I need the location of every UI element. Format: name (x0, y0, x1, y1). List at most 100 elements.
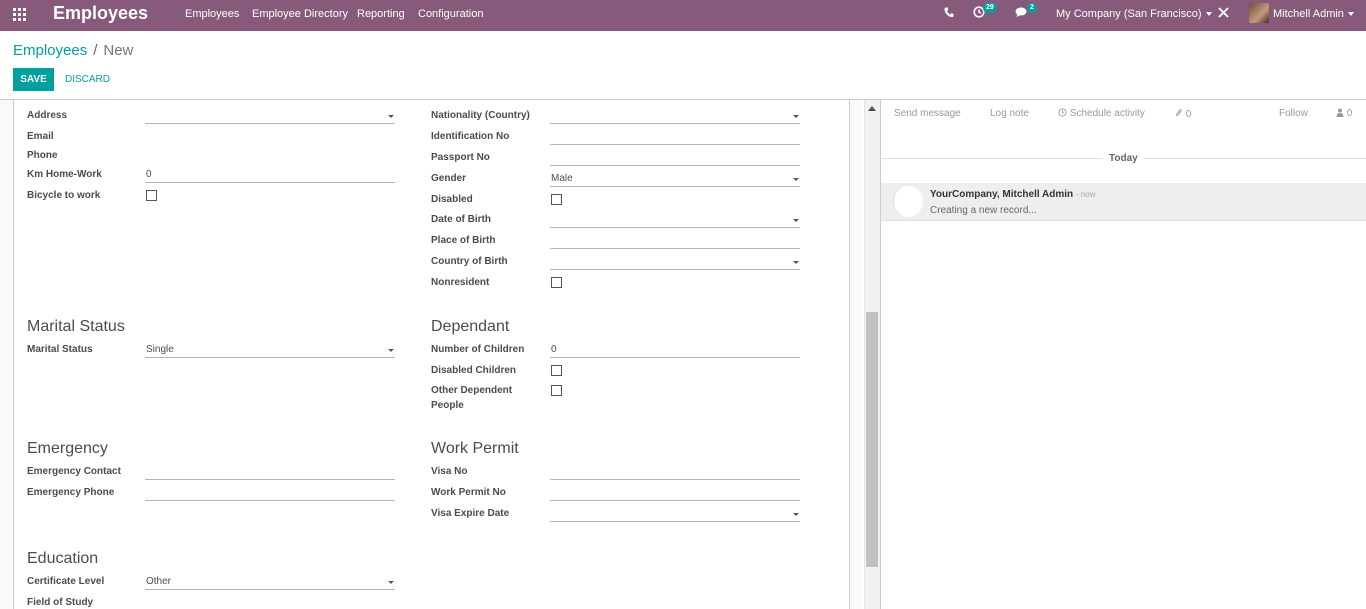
country-of-birth-label: Country of Birth (431, 256, 508, 267)
certificate-level-label: Certificate Level (27, 576, 105, 587)
breadcrumb: Employees / New (13, 42, 133, 59)
visa-expire-date-field[interactable] (550, 506, 800, 522)
address-field[interactable] (145, 108, 395, 124)
phone-label: Phone (27, 150, 58, 161)
breadcrumb-current: New (103, 42, 134, 59)
dropdown-caret-icon (793, 513, 799, 516)
education-section-title: Education (27, 550, 99, 567)
scrollbar-thumb[interactable] (866, 312, 878, 567)
country-of-birth-field[interactable] (550, 254, 800, 270)
phone-icon[interactable] (944, 7, 954, 21)
debug-tools-icon[interactable] (1218, 7, 1229, 21)
passport-no-label: Passport No (431, 152, 490, 163)
nationality-label: Nationality (Country) (431, 110, 530, 121)
chevron-down-icon (1347, 12, 1354, 17)
emergency-phone-label: Emergency Phone (27, 487, 115, 498)
followers-button[interactable]: 0 (1336, 108, 1352, 119)
menu-employees[interactable]: Employees (185, 8, 239, 20)
disabled-label: Disabled (431, 194, 473, 205)
visa-no-field[interactable] (550, 464, 800, 480)
other-dependent-label-line2: People (431, 400, 464, 411)
certificate-level-value: Other (146, 576, 172, 587)
follow-button[interactable]: Follow (1279, 108, 1308, 119)
emergency-contact-label: Emergency Contact (27, 466, 121, 477)
apps-menu-icon[interactable] (13, 8, 26, 21)
other-dependent-label-line1: Other Dependent (431, 385, 513, 396)
send-message-button[interactable]: Send message (894, 108, 961, 119)
date-of-birth-field[interactable] (550, 212, 800, 228)
log-note-button[interactable]: Log note (990, 108, 1029, 119)
attachments-button[interactable]: 0 (1175, 108, 1191, 120)
dropdown-caret-icon (793, 261, 799, 264)
message-author: YourCompany, Mitchell Admin - now (930, 189, 1096, 200)
dropdown-caret-icon (793, 219, 799, 222)
nationality-field[interactable] (550, 108, 800, 124)
marital-status-section-title: Marital Status (27, 318, 125, 335)
dropdown-caret-icon (793, 115, 799, 118)
chevron-down-icon (1205, 12, 1212, 17)
app-title[interactable]: Employees (53, 3, 148, 24)
menu-configuration[interactable]: Configuration (418, 8, 483, 20)
save-button[interactable]: SAVE (13, 68, 54, 91)
menu-reporting[interactable]: Reporting (357, 8, 405, 20)
number-of-children-field[interactable]: 0 (550, 342, 800, 358)
chatter-panel (880, 100, 1366, 609)
dropdown-caret-icon (388, 115, 394, 118)
schedule-activity-button[interactable]: Schedule activity (1058, 108, 1145, 119)
user-name: Mitchell Admin (1273, 8, 1344, 20)
emergency-section-title: Emergency (27, 440, 108, 457)
address-label: Address (27, 110, 68, 121)
user-avatar[interactable] (1249, 3, 1269, 23)
message-body: Creating a new record... (930, 205, 1037, 216)
activity-count-badge: 29 (983, 3, 997, 13)
company-switcher[interactable]: My Company (San Francisco) (1056, 8, 1212, 20)
message-author-avatar[interactable] (893, 186, 923, 217)
emergency-contact-field[interactable] (145, 464, 395, 480)
user-menu[interactable]: Mitchell Admin (1273, 8, 1354, 20)
discard-button[interactable]: DISCARD (65, 74, 110, 85)
breadcrumb-separator: / (93, 42, 98, 59)
schedule-activity-label: Schedule activity (1069, 108, 1145, 119)
paperclip-icon (1176, 109, 1182, 116)
followers-count: 0 (1346, 108, 1353, 119)
visa-expire-date-label: Visa Expire Date (431, 508, 510, 519)
nonresident-label: Nonresident (431, 277, 490, 288)
gender-value: Male (551, 173, 573, 184)
top-navbar: Employees Employees Employee Directory R… (0, 0, 1366, 31)
nonresident-checkbox[interactable] (551, 277, 562, 288)
km-home-work-label: Km Home-Work (27, 169, 102, 180)
scroll-up-arrow-icon[interactable] (868, 106, 876, 111)
field-of-study-label: Field of Study (27, 597, 94, 608)
breadcrumb-employees-link[interactable]: Employees (13, 42, 87, 59)
gender-select[interactable]: Male (550, 171, 800, 187)
message-author-name[interactable]: YourCompany, Mitchell Admin (930, 189, 1073, 200)
km-home-work-field[interactable]: 0 (145, 167, 395, 183)
visa-no-label: Visa No (431, 466, 468, 477)
messages-count-badge: 2 (1027, 3, 1037, 13)
menu-employee-directory[interactable]: Employee Directory (252, 8, 348, 20)
messages-chat-icon[interactable] (1015, 7, 1028, 21)
emergency-phone-field[interactable] (145, 485, 395, 501)
work-permit-no-field[interactable] (550, 485, 800, 501)
disabled-children-checkbox[interactable] (551, 365, 562, 376)
marital-status-value: Single (146, 344, 174, 355)
place-of-birth-field[interactable] (550, 233, 800, 249)
gender-label: Gender (431, 173, 467, 184)
date-separator-label: Today (1103, 153, 1144, 164)
marital-status-select[interactable]: Single (145, 342, 395, 358)
passport-no-field[interactable] (550, 150, 800, 166)
identification-no-label: Identification No (431, 131, 510, 142)
disabled-children-label: Disabled Children (431, 365, 517, 376)
bicycle-to-work-label: Bicycle to work (27, 190, 101, 201)
number-of-children-label: Number of Children (431, 344, 525, 355)
disabled-checkbox[interactable] (551, 194, 562, 205)
place-of-birth-label: Place of Birth (431, 235, 496, 246)
other-dependent-checkbox[interactable] (551, 385, 562, 396)
certificate-level-select[interactable]: Other (145, 574, 395, 590)
bicycle-to-work-checkbox[interactable] (146, 190, 157, 201)
identification-no-field[interactable] (550, 129, 800, 145)
date-of-birth-label: Date of Birth (431, 214, 491, 225)
dropdown-caret-icon (388, 581, 394, 584)
clock-icon (1058, 108, 1067, 117)
marital-status-label: Marital Status (27, 344, 93, 355)
